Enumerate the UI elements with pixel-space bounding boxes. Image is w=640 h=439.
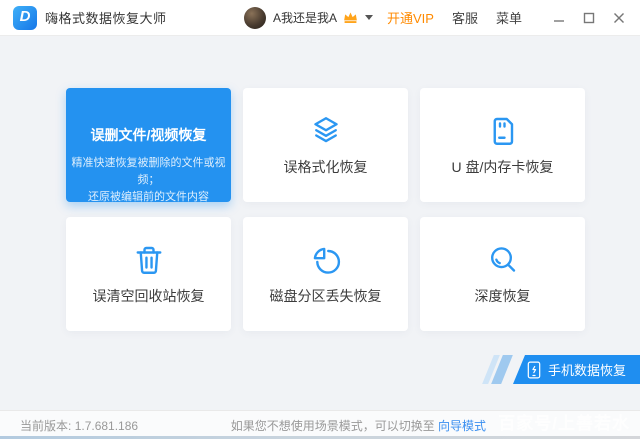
card-title: 深度恢复	[475, 286, 531, 306]
logo-letter: D	[20, 8, 31, 25]
phone-data-recovery-button[interactable]: 手机数据恢复	[513, 355, 640, 384]
menu-button[interactable]: 菜单	[496, 8, 522, 27]
mode-switch-hint: 如果您不想使用场景模式，可以切换至 向导模式	[231, 417, 486, 434]
card-deep-recovery[interactable]: 深度恢复	[420, 217, 585, 331]
statusbar: 当前版本: 1.7.681.186 如果您不想使用场景模式，可以切换至 向导模式	[0, 410, 640, 436]
app-logo-icon: D	[13, 6, 37, 30]
user-name[interactable]: A我还是我A	[273, 9, 337, 26]
minimize-button[interactable]	[548, 8, 570, 28]
version-number: 1.7.681.186	[75, 419, 138, 433]
phone-icon	[527, 361, 541, 379]
layers-icon	[308, 113, 344, 149]
titlebar-right: A我还是我A 开通VIP 客服 菜单	[244, 7, 630, 29]
scene-grid: 误删文件/视频恢复 精准快速恢复被删除的文件或视频； 还原被编辑前的文件内容 误…	[66, 88, 585, 331]
card-description: 精准快速恢复被删除的文件或视频； 还原被编辑前的文件内容	[66, 155, 231, 206]
user-avatar[interactable]	[244, 7, 266, 29]
card-recycle-bin-recovery[interactable]: 误清空回收站恢复	[66, 217, 231, 331]
open-vip-button[interactable]: 开通VIP	[387, 8, 434, 27]
version-text: 当前版本: 1.7.681.186	[20, 417, 138, 434]
minimize-icon	[553, 12, 565, 24]
pie-chart-icon	[308, 242, 344, 278]
card-lost-partition-recovery[interactable]: 磁盘分区丢失恢复	[243, 217, 408, 331]
magnifier-icon	[485, 242, 521, 278]
close-button[interactable]	[608, 8, 630, 28]
card-description-line1: 精准快速恢复被删除的文件或视频；	[66, 155, 231, 189]
card-title: U 盘/内存卡恢复	[452, 157, 554, 177]
card-format-recovery[interactable]: 误格式化恢复	[243, 88, 408, 202]
user-dropdown-caret-icon[interactable]	[365, 15, 373, 20]
wizard-mode-link[interactable]: 向导模式	[438, 419, 486, 433]
card-usb-sdcard-recovery[interactable]: U 盘/内存卡恢复	[420, 88, 585, 202]
titlebar: D 嗨格式数据恢复大师 A我还是我A 开通VIP 客服 菜单	[0, 0, 640, 36]
card-title: 误清空回收站恢复	[93, 286, 205, 306]
hint-text: 如果您不想使用场景模式，可以切换至	[231, 419, 438, 433]
window-controls	[540, 8, 630, 28]
app-title: 嗨格式数据恢复大师	[45, 8, 167, 27]
maximize-button[interactable]	[578, 8, 600, 28]
version-label: 当前版本:	[20, 419, 71, 433]
vip-crown-icon	[342, 10, 359, 25]
card-deleted-file-recovery[interactable]: 误删文件/视频恢复 精准快速恢复被删除的文件或视频； 还原被编辑前的文件内容	[66, 88, 231, 202]
card-title: 误格式化恢复	[284, 157, 368, 177]
maximize-icon	[583, 12, 595, 24]
close-icon	[613, 12, 625, 24]
card-title: 误删文件/视频恢复	[91, 125, 207, 145]
card-description-line2: 还原被编辑前的文件内容	[66, 189, 231, 206]
trash-icon	[131, 242, 167, 278]
phone-button-label: 手机数据恢复	[548, 360, 626, 379]
customer-service-button[interactable]: 客服	[452, 8, 478, 27]
card-title: 磁盘分区丢失恢复	[270, 286, 382, 306]
sd-card-icon	[485, 113, 521, 149]
